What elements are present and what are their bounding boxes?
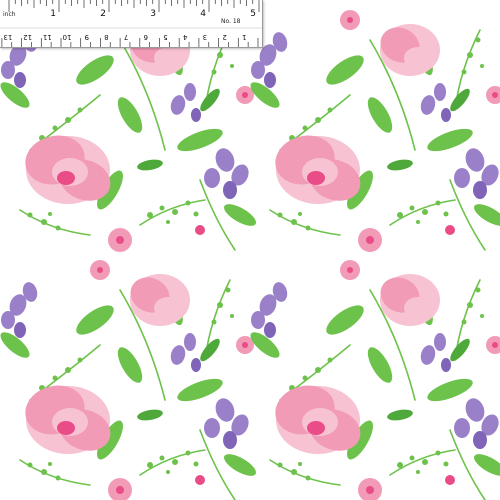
measurement-ruler: 1 2 3 4 5 1 2 3 4 5 6 7 8 9 10 11 12 13 inch No. 18	[0, 0, 263, 48]
cm-number: 13	[3, 33, 12, 41]
inch-number: 4	[200, 9, 206, 19]
floral-fabric-pattern	[0, 9, 500, 500]
cm-number: 2	[222, 33, 226, 41]
cm-number: 9	[84, 33, 88, 41]
cm-number: 1	[242, 33, 246, 41]
ruler-model-label: No. 18	[221, 18, 241, 25]
cm-number: 11	[43, 33, 52, 41]
cm-number: 10	[63, 33, 72, 41]
inch-number: 5	[250, 9, 256, 19]
cm-number: 5	[163, 33, 167, 41]
cm-number: 4	[182, 33, 187, 41]
cm-number: 8	[104, 33, 108, 41]
inch-number: 1	[50, 9, 56, 19]
ruler-unit-label: inch	[3, 11, 16, 18]
cm-number: 6	[143, 33, 148, 41]
inch-number: 2	[100, 9, 106, 19]
cm-number: 12	[23, 33, 32, 41]
cm-number: 7	[124, 33, 128, 41]
cm-number: 3	[203, 33, 207, 41]
inch-number: 3	[150, 9, 156, 19]
